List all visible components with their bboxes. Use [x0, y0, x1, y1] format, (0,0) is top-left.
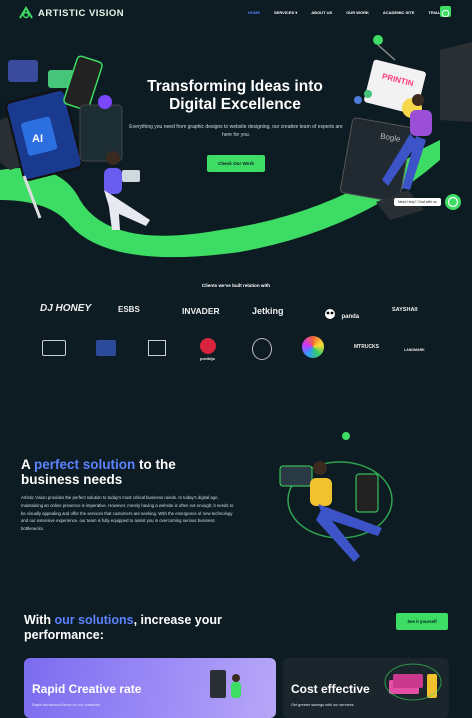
client-logo-jetking: Jetking [252, 306, 284, 316]
color-wheel-icon [98, 95, 112, 109]
laptop [122, 170, 140, 182]
client-logo-tv [42, 340, 66, 356]
person-body [310, 478, 332, 506]
client-logo-invader: INVADER [182, 306, 220, 316]
whatsapp-icon [447, 196, 459, 208]
card-cost-sub: Get greater savings with our services. [291, 703, 355, 707]
card-rapid-illustration [210, 670, 241, 698]
chevron-down-icon: ▾ [295, 10, 298, 15]
card-rapid-title: Rapid Creative rate [32, 682, 142, 696]
client-logo-prothija: prothija [200, 356, 215, 361]
person-legs [108, 200, 120, 230]
floating-card [8, 60, 38, 82]
client-logo-crest [96, 340, 116, 356]
nav-services[interactable]: SERVICES ▾ [274, 10, 297, 15]
clients-title: Clients we've built relation with [201, 283, 271, 288]
panda-icon [325, 308, 335, 319]
brand-name: ARTISTIC VISION [38, 7, 125, 19]
client-logo-sayshaii: SAYSHAII [392, 307, 418, 313]
hero-title-line2: Digital Excellence [169, 96, 301, 113]
nav-about[interactable]: ABOUT US [311, 10, 332, 15]
client-logo-prothija-mark [200, 338, 216, 354]
client-logo-building [148, 340, 166, 356]
whatsapp-header-button[interactable] [440, 6, 451, 18]
card-rapid-sub: Rapid turnaround times for our creatives… [32, 703, 101, 707]
color-dot [364, 90, 372, 98]
client-logo-panda: panda [323, 305, 359, 323]
floating-card [279, 465, 313, 487]
floating-phone [355, 473, 379, 513]
sol-title-accent: our solutions [54, 613, 134, 627]
client-logo-emblem [252, 338, 272, 360]
coin-stack [427, 674, 437, 698]
client-logo-mtrucks: MTRUCKS [354, 344, 379, 350]
pen-tool-icon [342, 432, 350, 440]
nav-services-label: SERVICES [274, 10, 295, 15]
hero-subtitle: Everything you need from graphic designs… [129, 124, 343, 138]
title-pre: A [21, 457, 34, 472]
pen-line [377, 44, 396, 61]
whatsapp-floating-button[interactable] [445, 194, 461, 210]
color-dot [354, 96, 362, 104]
rock-right [440, 42, 472, 122]
client-logo-circle [302, 336, 324, 358]
person-body [231, 682, 241, 698]
perfect-solution-illustration [279, 432, 393, 562]
person-head [106, 151, 120, 165]
nav-our-work[interactable]: OUR WORK [346, 10, 369, 15]
title-accent: perfect solution [34, 457, 136, 472]
person-head [412, 94, 424, 106]
person-head [313, 461, 327, 475]
card-cost-effective: Cost effective Get greater savings with … [283, 658, 449, 718]
client-logo-dj-honey: DJ HONEY [40, 303, 92, 314]
client-logo-landmark: LANDMARK [404, 348, 425, 352]
pen-tool-icon [373, 35, 383, 45]
main-nav: HOME SERVICES ▾ ABOUT US OUR WORK ACADEM… [248, 10, 440, 15]
check-our-work-button[interactable]: Check Our Work [207, 155, 265, 172]
client-logo-esbs: ESBS [118, 305, 140, 314]
brand-logo[interactable]: ARTISTIC VISION [18, 6, 124, 20]
money-stack [393, 674, 423, 688]
see-it-yourself-button[interactable]: See it yourself [396, 613, 448, 630]
client-panda-label: panda [341, 314, 360, 320]
phone-shape [210, 670, 226, 698]
whatsapp-icon [441, 9, 450, 18]
card-cost-title: Cost effective [291, 682, 370, 696]
perfect-solution-title: A perfect solution to the business needs [21, 457, 221, 487]
solutions-title: With our solutions, increase your perfor… [24, 613, 244, 643]
card-rapid-creative: Rapid Creative rate Rapid turnaround tim… [24, 658, 276, 718]
floating-phone [63, 55, 103, 111]
card-cost-illustration [384, 663, 442, 701]
person-body [410, 110, 432, 136]
nav-academic-site[interactable]: ACADEMIC SITE [383, 10, 415, 15]
site-header: ARTISTIC VISION HOME SERVICES ▾ ABOUT US… [0, 0, 472, 28]
hero-title: Transforming Ideas into Digital Excellen… [120, 78, 350, 114]
nav-trial[interactable]: TRIAL [428, 10, 440, 15]
person-head [232, 674, 240, 682]
ai-label: AI [32, 133, 43, 145]
chat-help-tooltip[interactable]: Need Help? Chat with us [394, 198, 441, 206]
sol-title-pre: With [24, 613, 55, 627]
hero-title-line1: Transforming Ideas into [147, 78, 323, 95]
person-body [104, 168, 122, 194]
perfect-solution-text: Artistic Vision provides the perfect sol… [21, 495, 234, 532]
nav-home[interactable]: HOME [248, 10, 260, 15]
logo-mark-icon [19, 6, 33, 19]
